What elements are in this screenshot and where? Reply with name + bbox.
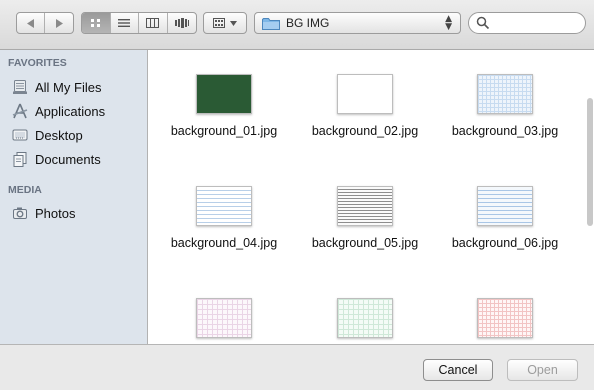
all-files-icon — [13, 80, 27, 94]
sidebar-item-label: Applications — [35, 103, 106, 119]
forward-triangle-icon — [56, 18, 63, 28]
search-icon — [476, 16, 490, 30]
sidebar: FAVORITES All My Files Applications Desk… — [0, 50, 148, 344]
icon-view-button[interactable] — [82, 13, 111, 33]
column-view-button[interactable] — [139, 13, 168, 33]
file-thumbnail — [477, 186, 533, 226]
coverflow-view-icon — [174, 18, 189, 28]
coverflow-view-button[interactable] — [168, 13, 196, 33]
scrollbar-thumb[interactable] — [587, 98, 593, 226]
sidebar-item-label: Desktop — [35, 127, 83, 143]
back-button[interactable] — [17, 13, 45, 33]
file-item[interactable]: background_06.jpg — [440, 186, 570, 250]
location-label: BG IMG — [286, 16, 330, 30]
file-thumbnail — [337, 298, 393, 338]
sidebar-item-all-my-files[interactable]: All My Files — [12, 77, 101, 97]
navigation-buttons — [16, 12, 74, 34]
media-header: MEDIA — [8, 184, 42, 196]
icon-view-icon — [90, 19, 100, 27]
file-name: background_04.jpg — [170, 236, 278, 250]
file-name: background_05.jpg — [311, 236, 419, 250]
camera-icon — [13, 207, 27, 219]
file-name: background_03.jpg — [451, 124, 559, 138]
back-triangle-icon — [26, 18, 34, 28]
arrange-button-content — [204, 13, 246, 33]
documents-icon — [13, 152, 27, 167]
file-item[interactable] — [440, 298, 570, 338]
file-item[interactable]: background_02.jpg — [300, 74, 430, 138]
toolbar: BG IMG ▲ ▼ — [0, 0, 594, 50]
arrange-button[interactable] — [203, 12, 247, 34]
favorites-header: FAVORITES — [8, 57, 67, 69]
file-item[interactable] — [159, 298, 289, 338]
cancel-button[interactable]: Cancel — [423, 359, 493, 381]
file-name: background_01.jpg — [170, 124, 278, 138]
sidebar-item-label: Photos — [35, 205, 76, 221]
file-item[interactable]: background_05.jpg — [300, 186, 430, 250]
scrollbar[interactable] — [585, 50, 594, 344]
sidebar-item-label: All My Files — [35, 79, 102, 95]
file-name: background_06.jpg — [451, 236, 559, 250]
sidebar-item-label: Documents — [35, 151, 101, 167]
sidebar-item-desktop[interactable]: Desktop — [12, 125, 83, 145]
file-thumbnail — [337, 186, 393, 226]
file-thumbnail — [477, 298, 533, 338]
file-browser: background_01.jpg background_02.jpg back… — [148, 50, 594, 344]
bottom-bar: Cancel Open — [0, 344, 594, 390]
updown-arrows-icon: ▲ ▼ — [445, 14, 452, 32]
column-view-icon — [146, 18, 160, 28]
open-button[interactable]: Open — [507, 359, 578, 381]
file-thumbnail — [477, 74, 533, 114]
list-view-button[interactable] — [111, 13, 139, 33]
sidebar-item-documents[interactable]: Documents — [12, 149, 101, 169]
arrange-grid-icon — [213, 18, 225, 28]
file-item[interactable] — [300, 298, 430, 338]
list-view-icon — [118, 19, 131, 27]
file-thumbnail — [196, 74, 252, 114]
sidebar-item-photos[interactable]: Photos — [12, 203, 75, 223]
desktop-icon — [12, 129, 28, 141]
file-item[interactable]: background_01.jpg — [159, 74, 289, 138]
file-name: background_02.jpg — [311, 124, 419, 138]
forward-button[interactable] — [45, 13, 73, 33]
file-thumbnail — [196, 298, 252, 338]
applications-icon — [12, 103, 28, 119]
file-thumbnail — [337, 74, 393, 114]
dropdown-arrow-icon — [230, 20, 237, 26]
folder-icon — [262, 17, 280, 30]
view-mode-buttons — [81, 12, 197, 34]
file-thumbnail — [196, 186, 252, 226]
sidebar-item-applications[interactable]: Applications — [12, 101, 105, 121]
location-popup[interactable]: BG IMG ▲ ▼ — [254, 12, 461, 34]
search-input[interactable] — [494, 15, 578, 31]
file-item[interactable]: background_03.jpg — [440, 74, 570, 138]
search-field[interactable] — [468, 12, 586, 34]
file-item[interactable]: background_04.jpg — [159, 186, 289, 250]
